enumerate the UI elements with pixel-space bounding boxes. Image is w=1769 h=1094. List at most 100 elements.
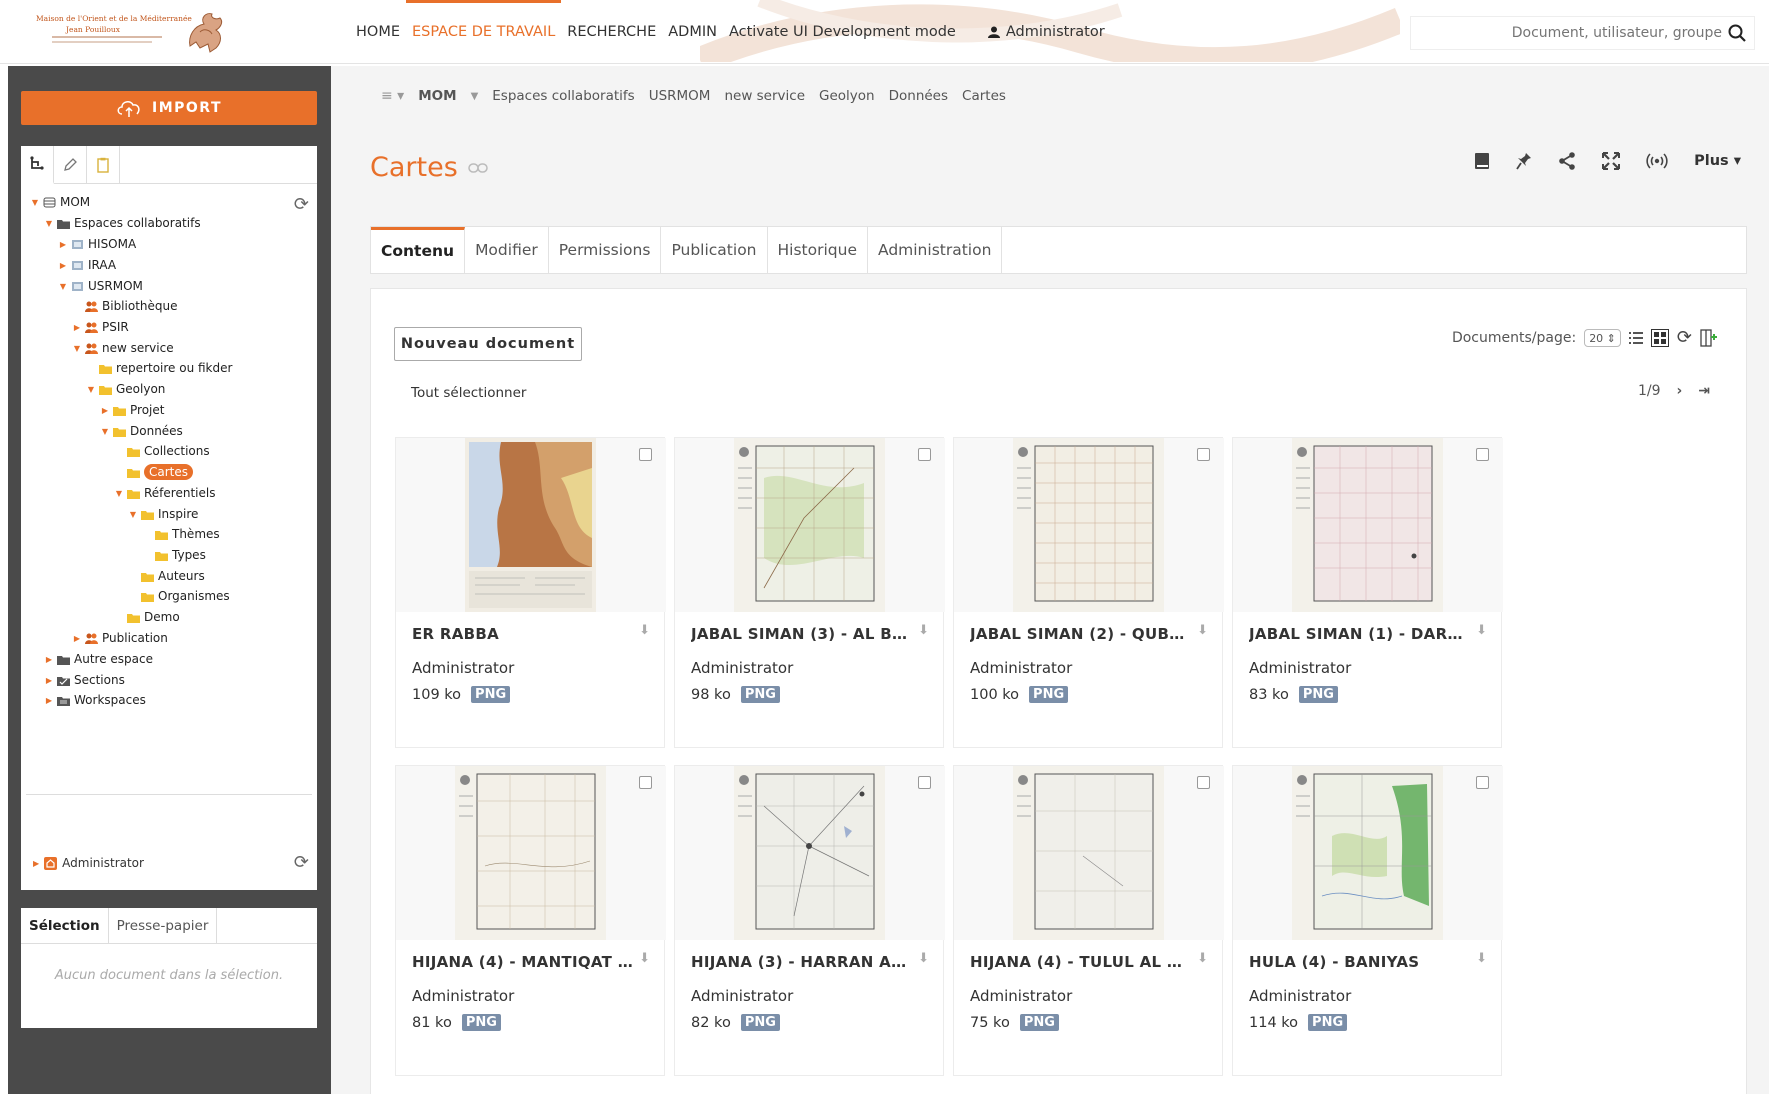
- tree-node-auteurs[interactable]: Auteurs: [129, 566, 205, 586]
- document-title[interactable]: HIJANA (4) - TULUL AL R...: [970, 953, 1192, 971]
- search-box[interactable]: [1410, 16, 1755, 50]
- tab-clipboard[interactable]: [87, 146, 120, 184]
- share-icon[interactable]: [1558, 152, 1576, 170]
- tree-node-projet[interactable]: ▶ Projet: [101, 400, 165, 420]
- per-page-select[interactable]: 20 ⇕: [1584, 328, 1621, 347]
- next-page-icon[interactable]: ›: [1676, 383, 1682, 399]
- grid-view-icon[interactable]: [1650, 328, 1669, 347]
- nav-workspace[interactable]: ESPACE DE TRAVAIL: [406, 0, 562, 64]
- breadcrumb-item[interactable]: Espaces collaboratifs: [492, 88, 634, 104]
- tab-selection[interactable]: Sélection: [21, 908, 109, 943]
- user-menu[interactable]: Administrator: [982, 0, 1111, 64]
- document-thumbnail[interactable]: [396, 766, 666, 940]
- document-card[interactable]: HIJANA (4) - MANTIQAT ... ⬇ Administrato…: [395, 765, 666, 1076]
- document-thumbnail[interactable]: [396, 438, 666, 612]
- document-card[interactable]: HIJANA (3) - HARRAN AL... ⬇ Administrato…: [674, 765, 945, 1076]
- download-icon[interactable]: ⬇: [639, 951, 650, 966]
- document-checkbox[interactable]: [639, 776, 652, 789]
- document-checkbox[interactable]: [1476, 448, 1489, 461]
- document-card[interactable]: JABAL SIMAN (3) - AL BA... ⬇ Administrat…: [674, 437, 945, 748]
- document-thumbnail[interactable]: [954, 766, 1224, 940]
- add-column-icon[interactable]: [1700, 328, 1718, 347]
- document-card[interactable]: JABAL SIMAN (1) - DARE... ⬇ Administrato…: [1232, 437, 1503, 748]
- tree-node-publication[interactable]: ▶ Publication: [73, 628, 168, 648]
- document-title[interactable]: JABAL SIMAN (2) - QUBT...: [970, 625, 1192, 643]
- document-card[interactable]: JABAL SIMAN (2) - QUBT... ⬇ Administrato…: [953, 437, 1224, 748]
- breadcrumb-item[interactable]: Cartes: [962, 88, 1006, 104]
- tree-node-bibliotheque[interactable]: Bibliothèque: [73, 296, 178, 316]
- tab-tree[interactable]: [21, 146, 54, 184]
- select-all-link[interactable]: Tout sélectionner: [411, 385, 526, 401]
- tab-contenu[interactable]: Contenu: [371, 227, 466, 273]
- document-checkbox[interactable]: [918, 448, 931, 461]
- last-page-icon[interactable]: ⇥: [1698, 383, 1710, 399]
- document-title[interactable]: HIJANA (4) - MANTIQAT ...: [412, 953, 634, 971]
- tree-node-cartes[interactable]: Cartes: [115, 462, 194, 482]
- tab-publication[interactable]: Publication: [661, 227, 768, 273]
- download-icon[interactable]: ⬇: [1476, 951, 1487, 966]
- download-icon[interactable]: ⬇: [918, 951, 929, 966]
- nav-admin[interactable]: ADMIN: [662, 0, 723, 64]
- nav-home[interactable]: HOME: [350, 0, 406, 64]
- nav-dev-mode[interactable]: Activate UI Development mode: [723, 0, 962, 64]
- tree-node-hisoma[interactable]: ▶ HISOMA: [59, 234, 136, 254]
- book-icon[interactable]: [1474, 152, 1490, 170]
- download-icon[interactable]: ⬇: [1197, 951, 1208, 966]
- search-icon[interactable]: [1728, 24, 1746, 42]
- document-title[interactable]: ER RABBA: [412, 625, 634, 643]
- tree-node-usrmom[interactable]: ▼ USRMOM: [59, 276, 143, 296]
- download-icon[interactable]: ⬇: [918, 623, 929, 638]
- document-title[interactable]: HULA (4) - BANIYAS: [1249, 953, 1471, 971]
- expand-icon[interactable]: [1602, 152, 1621, 170]
- refresh-tree-icon[interactable]: ⟳: [294, 194, 309, 215]
- document-thumbnail[interactable]: [1233, 438, 1503, 612]
- tree-node-inspire[interactable]: ▼ Inspire: [129, 504, 198, 524]
- more-menu-button[interactable]: Plus ▾: [1694, 153, 1741, 169]
- document-thumbnail[interactable]: [675, 438, 945, 612]
- document-card[interactable]: HULA (4) - BANIYAS ⬇ Administrator 114 k…: [1232, 765, 1503, 1076]
- new-document-button[interactable]: Nouveau document: [394, 327, 582, 361]
- tree-node-sections[interactable]: ▶ Sections: [45, 670, 125, 690]
- tree-node-autre-espace[interactable]: ▶ Autre espace: [45, 649, 153, 669]
- tree-node-geolyon[interactable]: ▼ Geolyon: [87, 379, 165, 399]
- search-input[interactable]: [1422, 25, 1722, 41]
- tree-node-psir[interactable]: ▶ PSIR: [73, 317, 129, 337]
- document-checkbox[interactable]: [639, 448, 652, 461]
- document-checkbox[interactable]: [1476, 776, 1489, 789]
- tab-historique[interactable]: Historique: [768, 227, 868, 273]
- tab-permissions[interactable]: Permissions: [549, 227, 662, 273]
- tab-administration[interactable]: Administration: [868, 227, 1003, 273]
- tab-clipboard[interactable]: Presse-papier: [109, 908, 218, 943]
- document-thumbnail[interactable]: [675, 766, 945, 940]
- download-icon[interactable]: ⬇: [1197, 623, 1208, 638]
- tree-node-organismes[interactable]: Organismes: [129, 586, 230, 606]
- document-card[interactable]: ER RABBA ⬇ Administrator 109 ko PNG: [395, 437, 666, 748]
- tree-node-types[interactable]: Types: [143, 545, 206, 565]
- broadcast-icon[interactable]: [1646, 153, 1668, 169]
- download-icon[interactable]: ⬇: [639, 623, 650, 638]
- pin-icon[interactable]: [1516, 152, 1532, 170]
- breadcrumb-item[interactable]: Geolyon: [819, 88, 875, 104]
- tree-node-repertoire[interactable]: repertoire ou fikder: [87, 358, 232, 378]
- tree-node-iraa[interactable]: ▶ IRAA: [59, 255, 116, 275]
- breadcrumb-item[interactable]: USRMOM: [649, 88, 711, 104]
- document-thumbnail[interactable]: [954, 438, 1224, 612]
- breadcrumb-item[interactable]: new service: [724, 88, 805, 104]
- document-title[interactable]: JABAL SIMAN (3) - AL BA...: [691, 625, 913, 643]
- tree-node-themes[interactable]: Thèmes: [143, 524, 220, 544]
- tree-node-demo[interactable]: Demo: [115, 607, 180, 627]
- tree-node-donnees[interactable]: ▼ Données: [101, 421, 183, 441]
- tree-node-new-service[interactable]: ▼ new service: [73, 338, 174, 358]
- breadcrumb-item[interactable]: Données: [889, 88, 948, 104]
- tree-node-mom[interactable]: ▼ MOM: [31, 192, 90, 212]
- link-icon[interactable]: [468, 162, 488, 173]
- tab-modifier[interactable]: Modifier: [465, 227, 549, 273]
- tab-edit[interactable]: [54, 146, 87, 184]
- tree-node-collections[interactable]: Collections: [115, 441, 210, 461]
- document-title[interactable]: JABAL SIMAN (1) - DARE...: [1249, 625, 1471, 643]
- document-checkbox[interactable]: [1197, 448, 1210, 461]
- refresh-icon[interactable]: ⟳: [1677, 327, 1692, 348]
- list-view-icon[interactable]: [1628, 331, 1643, 345]
- tree-node-referentiels[interactable]: ▼ Réferentiels: [115, 483, 216, 503]
- document-checkbox[interactable]: [918, 776, 931, 789]
